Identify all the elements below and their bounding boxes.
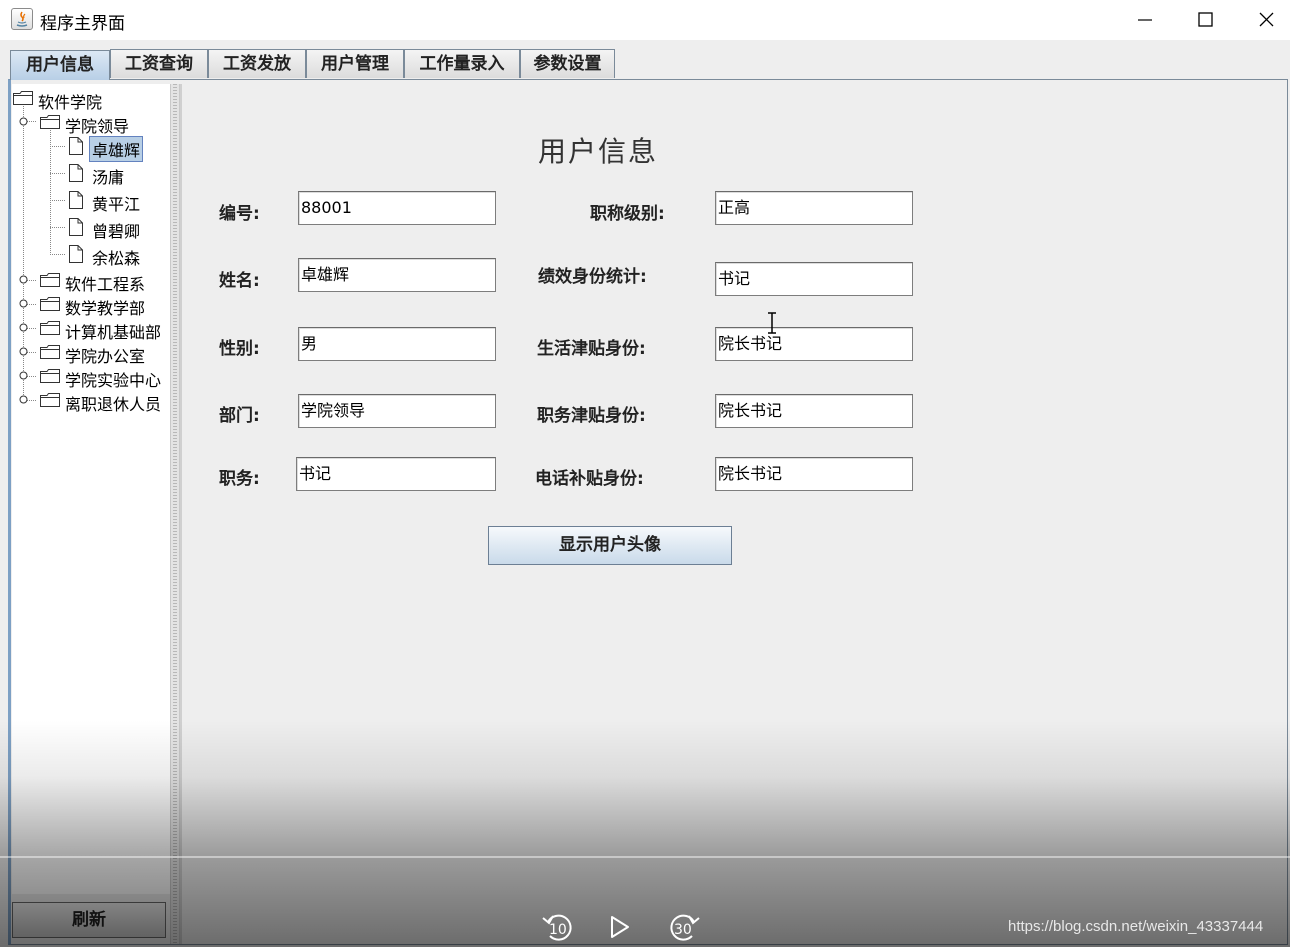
collapsed-icon	[19, 347, 28, 356]
phone-allowance-label: 电话补贴身份:	[535, 469, 644, 489]
collapsed-icon	[19, 395, 28, 404]
text-cursor-icon	[768, 312, 776, 334]
title-bar: 程序主界面	[0, 0, 1290, 40]
form-title: 用户信息	[538, 135, 659, 168]
tree-leaf-leader[interactable]: 余松森	[12, 243, 170, 268]
folder-open-icon	[40, 115, 60, 129]
collapsed-icon	[19, 323, 28, 332]
show-avatar-button[interactable]: 显示用户头像	[488, 526, 732, 565]
close-icon	[1259, 12, 1274, 27]
department-field[interactable]: 学院领导	[298, 394, 496, 428]
collapsed-icon	[19, 275, 28, 284]
tab-user-info[interactable]: 用户信息	[10, 50, 110, 80]
minimize-icon	[1138, 19, 1152, 21]
name-label: 姓名:	[219, 271, 260, 291]
performance-identity-field[interactable]: 书记	[715, 262, 913, 296]
title-level-label: 职称级别:	[590, 204, 665, 224]
gender-field[interactable]: 男	[298, 327, 496, 361]
tree-node-group[interactable]: 学院实验中心	[12, 365, 170, 390]
name-field[interactable]: 卓雄辉	[298, 258, 496, 292]
id-label: 编号:	[219, 204, 260, 224]
window-title: 程序主界面	[40, 14, 125, 34]
minimize-button[interactable]	[1115, 0, 1175, 40]
play-button[interactable]	[604, 910, 640, 944]
forward-button[interactable]: 30	[666, 910, 702, 944]
maximize-button[interactable]	[1175, 0, 1235, 40]
collapsed-icon	[19, 299, 28, 308]
tree-leaf-leader[interactable]: 卓雄辉	[12, 135, 170, 162]
department-label: 部门:	[219, 406, 260, 426]
file-icon	[69, 137, 83, 155]
close-button[interactable]	[1235, 0, 1290, 40]
tree-node-group[interactable]: 学院办公室	[12, 341, 170, 366]
file-icon	[69, 245, 83, 263]
performance-identity-label: 绩效身份统计:	[538, 267, 647, 287]
java-app-icon	[11, 8, 33, 30]
tree-node-group[interactable]: 软件工程系	[12, 269, 170, 294]
living-allowance-label: 生活津贴身份:	[537, 339, 646, 359]
video-progress-bar[interactable]	[0, 856, 1290, 858]
folder-icon	[40, 369, 60, 383]
tree-node-group[interactable]: 计算机基础部	[12, 317, 170, 342]
position-label: 职务:	[219, 469, 260, 489]
tab-user-management[interactable]: 用户管理	[306, 49, 404, 78]
collapsed-icon	[19, 371, 28, 380]
play-icon	[611, 916, 629, 938]
title-level-field[interactable]: 正高	[715, 191, 913, 225]
folder-icon	[40, 273, 60, 287]
watermark-url: https://blog.csdn.net/weixin_43337444	[1008, 918, 1264, 935]
file-icon	[69, 218, 83, 236]
rewind-button[interactable]: 10	[540, 910, 576, 944]
tree-leaf-leader[interactable]: 黄平江	[12, 189, 170, 214]
duty-allowance-field[interactable]: 院长书记	[715, 394, 913, 428]
tab-salary-query[interactable]: 工资查询	[110, 49, 208, 78]
department-tree: 软件学院 学院领导 卓雄辉 汤庸 黄平江 曾碧卿 余松森 软件工程系 数学教学部…	[12, 84, 170, 894]
folder-icon	[40, 297, 60, 311]
expanded-icon	[19, 117, 28, 126]
folder-icon	[40, 393, 60, 407]
tab-salary-payment[interactable]: 工资发放	[208, 49, 306, 78]
living-allowance-field[interactable]: 院长书记	[715, 327, 913, 361]
duty-allowance-label: 职务津贴身份:	[537, 406, 646, 426]
main-window: 程序主界面 用户信息 工资查询 工资发放 用户管理 工作量录入 参数设置 软件学…	[0, 0, 1290, 947]
split-pane-divider[interactable]	[170, 84, 180, 944]
tree-node-group[interactable]: 离职退休人员	[12, 389, 170, 414]
folder-icon	[40, 321, 60, 335]
phone-allowance-field[interactable]: 院长书记	[715, 457, 913, 491]
folder-icon	[40, 345, 60, 359]
maximize-icon	[1198, 12, 1213, 27]
tree-node-group[interactable]: 数学教学部	[12, 293, 170, 318]
refresh-button[interactable]: 刷新	[12, 902, 166, 938]
folder-icon	[13, 91, 33, 105]
tree-leaf-leader[interactable]: 汤庸	[12, 162, 170, 187]
tab-parameter-settings[interactable]: 参数设置	[520, 49, 615, 78]
position-field[interactable]: 书记	[296, 457, 496, 491]
file-icon	[69, 191, 83, 209]
file-icon	[69, 164, 83, 182]
tree-leaf-leader[interactable]: 曾碧卿	[12, 216, 170, 241]
gender-label: 性别:	[219, 339, 260, 359]
id-field[interactable]: 88001	[298, 191, 496, 225]
tree-node-root[interactable]: 软件学院	[12, 87, 170, 112]
tree-node-group-leaders[interactable]: 学院领导	[12, 111, 170, 136]
tab-workload-entry[interactable]: 工作量录入	[404, 49, 520, 78]
